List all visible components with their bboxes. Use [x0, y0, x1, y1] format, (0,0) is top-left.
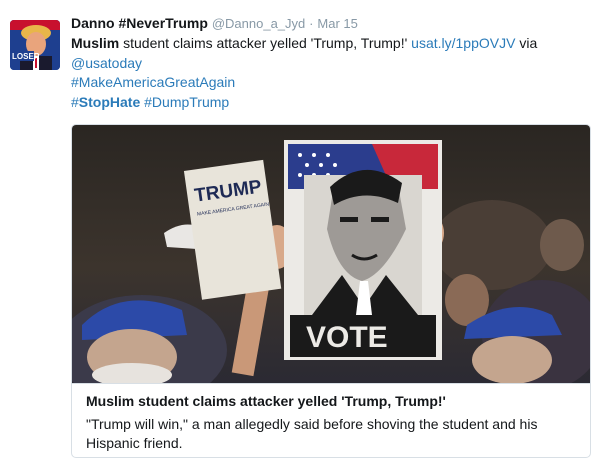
card-description-line-2: Hispanic friend.	[86, 435, 183, 451]
card-title: Muslim student claims attacker yelled 'T…	[86, 393, 446, 409]
card-text: Muslim student claims attacker yelled 'T…	[72, 383, 590, 453]
poster-vote-text: VOTE	[306, 321, 388, 354]
avatar-image: LOSER	[10, 20, 60, 70]
separator-dot: ·	[309, 16, 314, 31]
tweet-text-segment: student claims attacker yelled 'Trump, T…	[119, 35, 412, 51]
tweet-text-line-1: Muslim student claims attacker yelled 'T…	[71, 34, 591, 54]
tweet-text-line-4: #StopHate #DumpTrump	[71, 93, 591, 113]
link-card[interactable]: TRUMP MAKE AMERICA GREAT AGAIN VOTE Musl…	[71, 124, 591, 458]
tweet-timestamp[interactable]: Mar 15	[317, 16, 357, 31]
hashtag-bold: StopHate	[78, 93, 141, 110]
avatar[interactable]: LOSER	[10, 20, 60, 70]
tweet-text-line-3: #MakeAmericaGreatAgain	[71, 73, 591, 93]
tweet-body: Danno #NeverTrump @Danno_a_Jyd · Mar 15 …	[71, 14, 591, 112]
card-description-line-1: "Trump will win," a man allegedly said b…	[86, 416, 538, 432]
tweet-text: Muslim student claims attacker yelled 'T…	[71, 34, 591, 112]
card-image: TRUMP MAKE AMERICA GREAT AGAIN VOTE	[72, 125, 590, 383]
tweet-text-line-2: @usatoday	[71, 54, 591, 74]
user-handle[interactable]: @Danno_a_Jyd	[212, 16, 305, 31]
hashtag-dumptrump[interactable]: #DumpTrump	[144, 94, 229, 110]
via-text: via	[515, 35, 538, 51]
tweet-header: Danno #NeverTrump @Danno_a_Jyd · Mar 15	[71, 14, 591, 33]
hashtag-stophate[interactable]: #StopHate	[71, 94, 140, 110]
bold-word: Muslim	[71, 35, 120, 51]
short-link[interactable]: usat.ly/1ppOVJV	[411, 35, 515, 51]
mention-usatoday[interactable]: @usatoday	[71, 55, 142, 71]
hashtag-prefix: #	[71, 93, 79, 110]
avatar-badge: LOSER	[12, 52, 40, 61]
display-name[interactable]: Danno #NeverTrump	[71, 15, 208, 31]
hashtag-makeamericagreatagain[interactable]: #MakeAmericaGreatAgain	[71, 74, 235, 90]
card-description: "Trump will win," a man allegedly said b…	[86, 415, 578, 453]
